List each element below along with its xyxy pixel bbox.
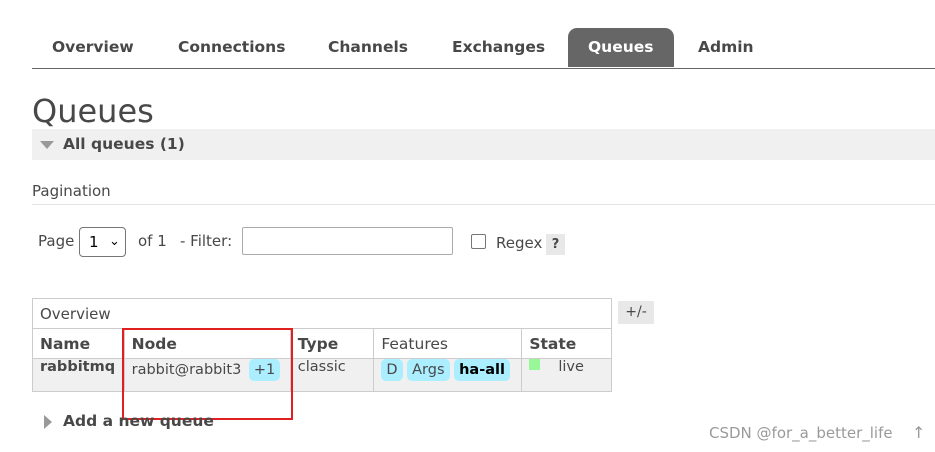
watermark-text: CSDN @for_a_better_life [709,424,893,442]
tab-admin[interactable]: Admin [678,28,774,67]
queues-table: Overview Name Node Type Features State r… [32,298,612,392]
triangle-down-icon [40,141,54,149]
arrow-up-icon: ↑ [912,423,926,442]
page-label: Page [38,232,75,250]
filter-input[interactable] [242,227,453,255]
regex-label: Regex [496,234,543,252]
page-count-label: of 1 [138,232,167,250]
column-header-features[interactable]: Features [373,328,523,359]
pagination-heading: Pagination [32,182,111,200]
page-select[interactable]: 1 ⌄ [79,227,126,257]
feature-badge-policy: ha-all [454,359,510,381]
triangle-right-icon [44,415,52,429]
help-button[interactable]: ? [546,234,565,255]
divider [32,204,935,205]
state-indicator-icon [529,359,541,370]
feature-badge-durable: D [381,359,403,381]
column-group-overview: Overview [32,298,612,329]
feature-badge-args: Args [407,359,450,381]
tab-overview[interactable]: Overview [32,28,154,67]
all-queues-section-toggle[interactable]: All queues (1) [32,129,935,160]
filter-label: - Filter: [180,232,233,250]
page-title: Queues [32,92,154,130]
queue-name-link[interactable]: rabbitmq [32,358,125,392]
highlight-annotation-box [122,328,293,420]
tab-channels[interactable]: Channels [308,28,428,67]
main-nav-tabs: Overview Connections Channels Exchanges … [32,28,935,69]
column-header-state[interactable]: State [521,328,612,359]
page-select-value: 1 [89,233,99,251]
state-label: live [558,359,584,375]
table-row: rabbitmq rabbit@rabbit3 +1 classic D Arg… [32,358,612,392]
toggle-columns-button[interactable]: +/- [618,301,654,324]
type-cell: classic [289,358,375,392]
regex-checkbox[interactable] [471,234,486,249]
tab-exchanges[interactable]: Exchanges [432,28,565,67]
column-header-name[interactable]: Name [32,328,125,359]
chevron-down-icon: ⌄ [109,234,120,249]
features-cell: D Args ha-all [373,358,523,392]
add-queue-label: Add a new queue [63,412,214,430]
state-cell: live [521,358,612,392]
column-header-type[interactable]: Type [289,328,375,359]
tab-queues[interactable]: Queues [568,28,674,67]
tab-connections[interactable]: Connections [158,28,305,67]
section-label: All queues (1) [63,135,185,153]
